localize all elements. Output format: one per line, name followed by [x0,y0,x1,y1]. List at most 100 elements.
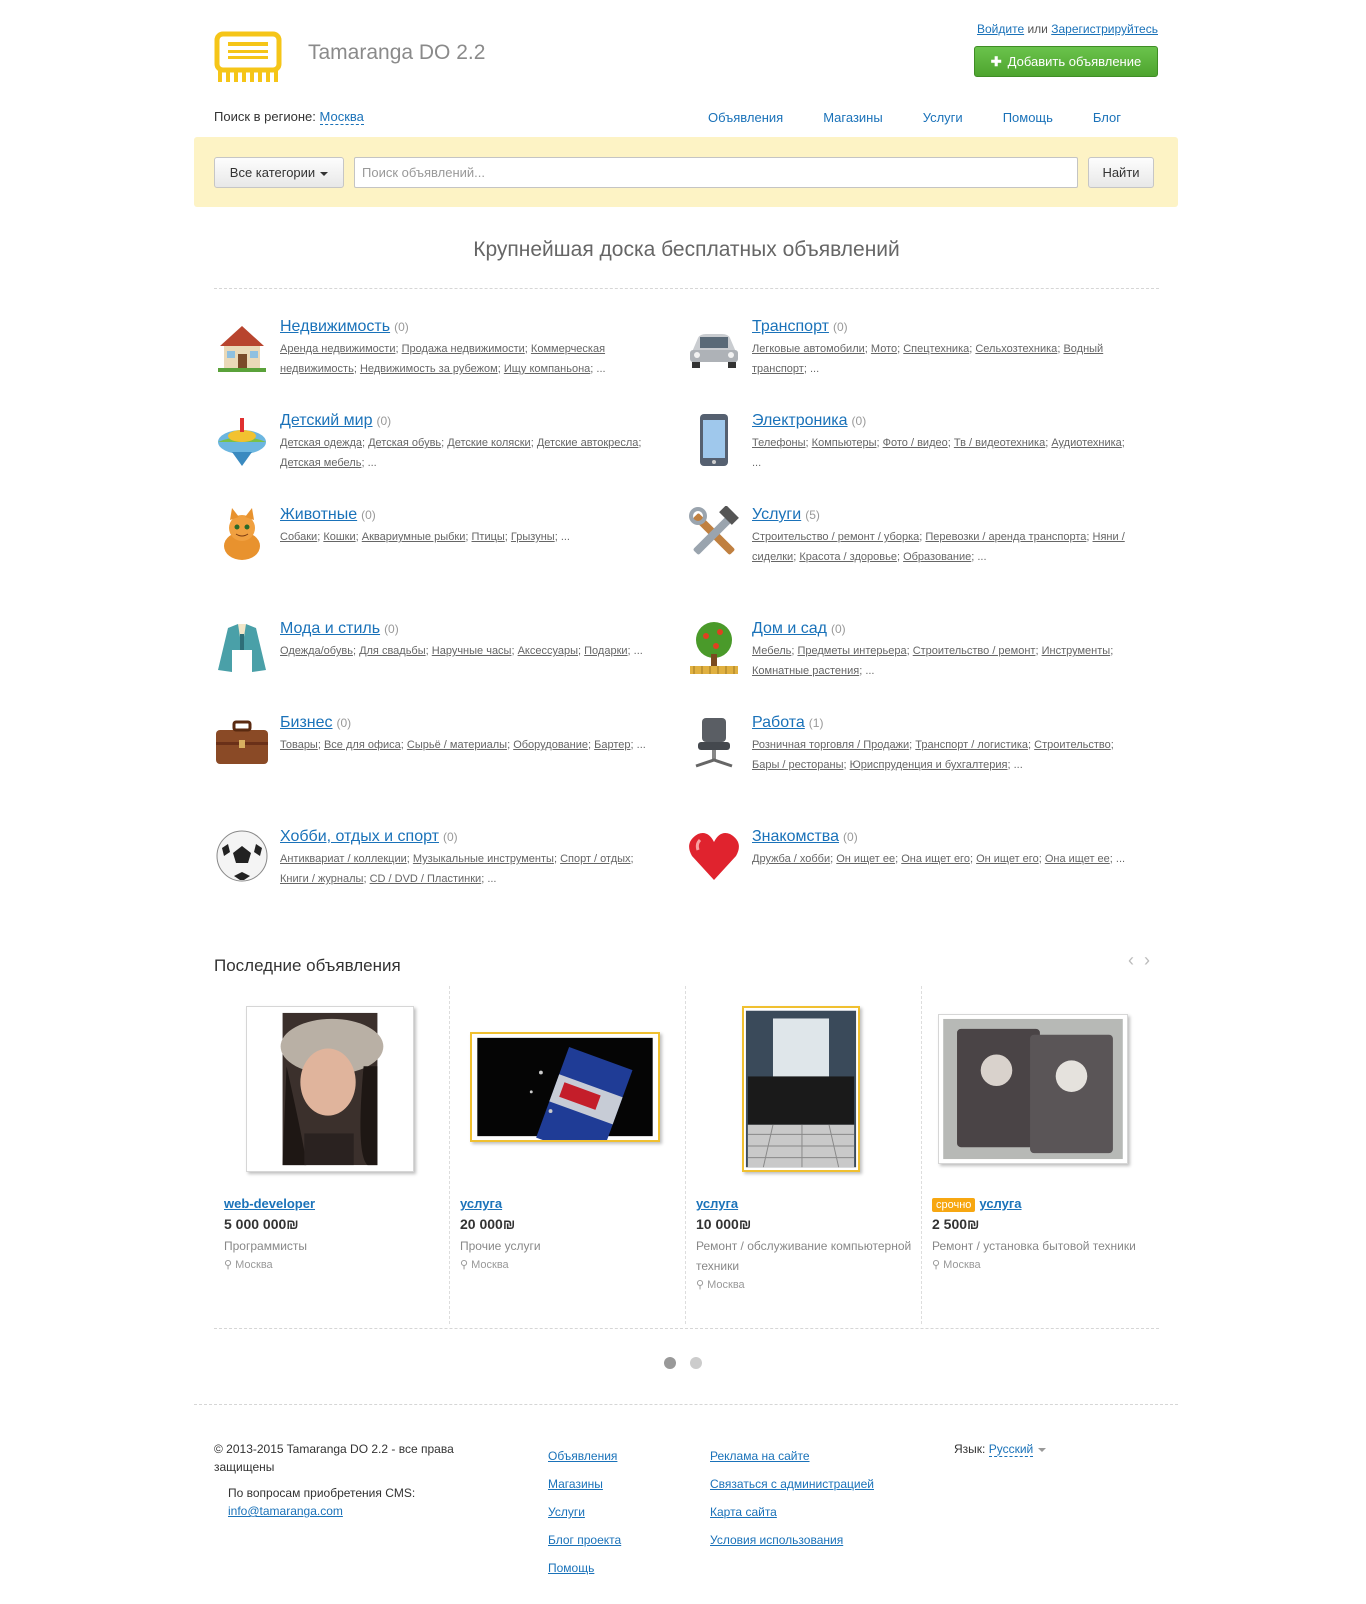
subcategory-link[interactable]: Предметы интерьера [797,645,906,657]
subcategory-link[interactable]: Оборудование [513,739,588,751]
subcategory-link[interactable]: Спецтехника [903,343,969,355]
listing-title[interactable]: web-developer [224,1196,315,1211]
listing-title[interactable]: услуга [696,1196,738,1211]
page-dot-2[interactable] [690,1357,702,1369]
subcategory-link[interactable]: Розничная торговля / Продажи [752,739,909,751]
category-dropdown[interactable]: Все категории [214,157,344,188]
subcategory-link[interactable]: Компьютеры [812,437,877,449]
subcategory-link[interactable]: Фото / видео [883,437,948,449]
listing-card[interactable]: услуга 20 000₪ Прочие услуги ⚲ Москва [450,986,686,1324]
category-title-link[interactable]: Недвижимость [280,318,390,335]
subcategory-link[interactable]: Собаки [280,531,317,543]
listing-card[interactable]: срочно услуга 2 500₪ Ремонт / установка б… [922,986,1158,1324]
footer-link-ads[interactable]: Реклама на сайте [710,1442,874,1470]
listing-title[interactable]: услуга [979,1196,1021,1211]
subcategory-link[interactable]: Продажа недвижимости [402,343,525,355]
chevron-right-icon[interactable]: › [1144,950,1150,970]
register-link[interactable]: Зарегистрируйтесь [1051,22,1158,36]
footer-link-help[interactable]: Помощь [548,1554,621,1582]
subcategory-link[interactable]: Детская мебель [280,457,361,469]
subcategory-link[interactable]: Мото [871,343,897,355]
brand-name[interactable]: Tamaranga DO 2.2 [308,41,485,65]
subcategory-link[interactable]: Строительство [1034,739,1111,751]
category-title-link[interactable]: Работа [752,714,805,731]
subcategory-link[interactable]: Аквариумные рыбки [362,531,466,543]
listing-image[interactable] [938,1014,1128,1164]
subcategory-link[interactable]: Она ищет ее [1045,853,1110,865]
category-title-link[interactable]: Дом и сад [752,620,827,637]
footer-link-blog[interactable]: Блог проекта [548,1526,621,1554]
footer-link-services[interactable]: Услуги [548,1498,621,1526]
contact-email-link[interactable]: info@tamaranga.com [228,1502,415,1520]
find-button[interactable]: Найти [1088,157,1154,188]
category-title-link[interactable]: Детский мир [280,412,373,429]
subcategory-link[interactable]: Строительство / ремонт [913,645,1036,657]
category-title-link[interactable]: Электроника [752,412,848,429]
chevron-left-icon[interactable]: ‹ [1128,950,1134,970]
category-title-link[interactable]: Мода и стиль [280,620,380,637]
listing-image[interactable] [470,1032,660,1161]
nav-listings[interactable]: Объявления [708,110,783,125]
add-listing-button[interactable]: ✚ Добавить объявление [974,46,1158,77]
subcategory-link[interactable]: Сельхозтехника [975,343,1057,355]
category-title-link[interactable]: Транспорт [752,318,829,335]
subcategory-link[interactable]: Комнатные растения [752,665,859,677]
subcategory-link[interactable]: Птицы [472,531,505,543]
subcategory-link[interactable]: Книги / журналы [280,873,363,885]
footer-link-listings[interactable]: Объявления [548,1442,621,1470]
subcategory-link[interactable]: Перевозки / аренда транспорта [925,531,1086,543]
subcategory-link[interactable]: Наручные часы [432,645,512,657]
login-link[interactable]: Войдите [977,22,1024,36]
subcategory-link[interactable]: Аренда недвижимости [280,343,395,355]
subcategory-link[interactable]: Образование [903,551,971,563]
footer-link-contact-admin[interactable]: Связаться с администрацией [710,1470,874,1498]
subcategory-link[interactable]: Телефоны [752,437,806,449]
subcategory-link[interactable]: Сырьё / материалы [407,739,507,751]
listing-card[interactable]: web-developer 5 000 000₪ Программисты ⚲ … [214,986,450,1324]
subcategory-link[interactable]: Транспорт / логистика [915,739,1028,751]
language-dropdown[interactable]: Русский [988,1442,1034,1457]
subcategory-link[interactable]: Тв / видеотехника [954,437,1045,449]
nav-help[interactable]: Помощь [1003,110,1053,125]
listing-title[interactable]: услуга [460,1196,502,1211]
subcategory-link[interactable]: CD / DVD / Пластинки [370,873,482,885]
subcategory-link[interactable]: Мебель [752,645,791,657]
subcategory-link[interactable]: Строительство / ремонт / уборка [752,531,919,543]
subcategory-link[interactable]: Ищу компаньона [504,363,590,375]
nav-shops[interactable]: Магазины [823,110,883,125]
subcategory-link[interactable]: Спорт / отдых [560,853,630,865]
subcategory-link[interactable]: Аксессуары [518,645,578,657]
subcategory-link[interactable]: Бары / рестораны [752,759,844,771]
subcategory-link[interactable]: Она ищет его [901,853,970,865]
subcategory-link[interactable]: Подарки [584,645,627,657]
listing-image[interactable] [742,1006,860,1172]
subcategory-link[interactable]: Грызуны [511,531,555,543]
category-title-link[interactable]: Услуги [752,506,801,523]
subcategory-link[interactable]: Он ищет его [976,853,1039,865]
subcategory-link[interactable]: Детская обувь [368,437,441,449]
subcategory-link[interactable]: Бартер [594,739,630,751]
nav-blog[interactable]: Блог [1093,110,1121,125]
tamaranga-logo[interactable] [214,28,282,84]
subcategory-link[interactable]: Товары [280,739,318,751]
listing-card[interactable]: услуга 10 000₪ Ремонт / обслуживание ком… [686,986,922,1324]
subcategory-link[interactable]: Инструменты [1042,645,1111,657]
subcategory-link[interactable]: Кошки [323,531,355,543]
category-title-link[interactable]: Знакомства [752,828,839,845]
subcategory-link[interactable]: Антиквариат / коллекции [280,853,407,865]
subcategory-link[interactable]: Дружба / хобби [752,853,830,865]
region-city-link[interactable]: Москва [319,109,364,125]
subcategory-link[interactable]: Недвижимость за рубежом [360,363,498,375]
subcategory-link[interactable]: Детская одежда [280,437,362,449]
footer-link-shops[interactable]: Магазины [548,1470,621,1498]
subcategory-link[interactable]: Красота / здоровье [799,551,897,563]
subcategory-link[interactable]: Легковые автомобили [752,343,865,355]
page-dot-1[interactable] [664,1357,676,1369]
search-input[interactable] [354,157,1078,188]
category-title-link[interactable]: Хобби, отдых и спорт [280,828,439,845]
subcategory-link[interactable]: Музыкальные инструменты [413,853,554,865]
subcategory-link[interactable]: Все для офиса [324,739,401,751]
subcategory-link[interactable]: Детские автокресла [537,437,639,449]
category-title-link[interactable]: Животные [280,506,357,523]
listing-image[interactable] [246,1006,414,1172]
